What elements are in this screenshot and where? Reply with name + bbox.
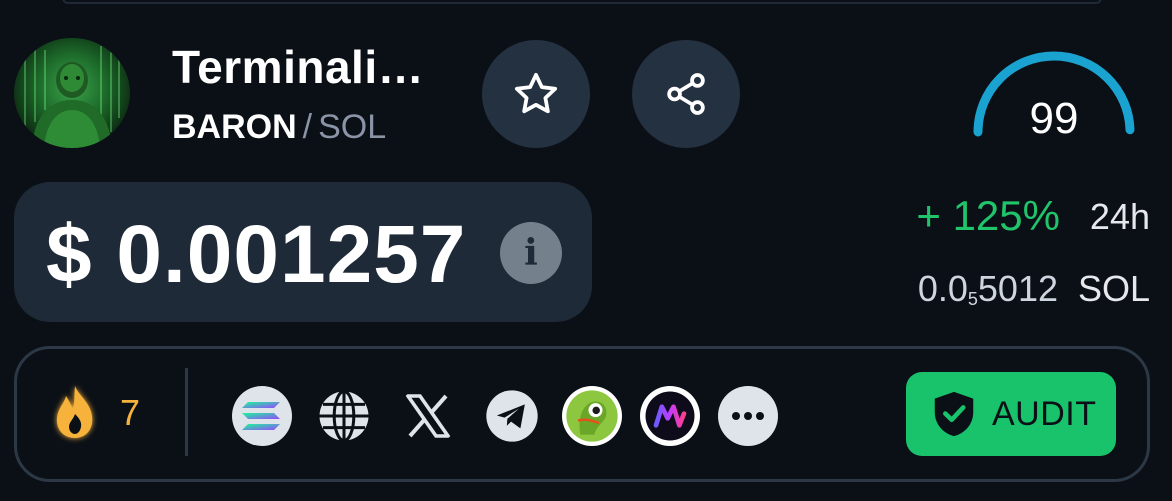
telegram-icon (486, 390, 538, 442)
shield-check-icon (934, 391, 974, 437)
solana-link[interactable] (232, 386, 292, 446)
globe-icon (319, 389, 369, 443)
token-symbol: BARON (172, 108, 297, 146)
change-period: 24h (1089, 196, 1150, 237)
token-avatar (14, 38, 130, 148)
hot-count: 7 (120, 392, 141, 433)
sol-unit: SOL (1077, 268, 1150, 309)
price-change: + 125% (916, 192, 1060, 239)
sol-price-prefix: 0.0 (917, 268, 968, 309)
info-icon[interactable]: i (500, 222, 562, 284)
coingecko-link[interactable] (562, 386, 622, 446)
share-icon (667, 73, 705, 115)
pair-separator: / (302, 108, 313, 146)
score-value: 99 (1029, 94, 1079, 143)
fire-icon (56, 386, 93, 438)
favorite-button[interactable] (482, 40, 590, 148)
website-link[interactable] (314, 386, 374, 446)
top-strip (62, 0, 1102, 4)
share-button[interactable] (632, 40, 740, 148)
x-icon (404, 394, 452, 438)
sol-price: 0.055012 (918, 268, 1058, 310)
coingecko-icon (566, 390, 618, 442)
token-name: Terminali… (172, 41, 425, 93)
sol-price-zero-count: 5 (967, 289, 978, 309)
audit-button[interactable]: AUDIT (906, 372, 1116, 456)
telegram-link[interactable] (482, 386, 542, 446)
quote-symbol: SOL (318, 108, 387, 146)
more-links-button[interactable] (718, 386, 778, 446)
usd-price: $ 0.001257 (46, 209, 467, 300)
more-icon (732, 412, 764, 420)
mobula-link[interactable] (640, 386, 700, 446)
sol-price-digits: 5012 (977, 268, 1058, 309)
star-icon (514, 72, 558, 114)
bar-divider (185, 368, 188, 456)
solana-icon (242, 402, 280, 430)
token-pair: BARON / SOL (172, 108, 386, 147)
score-gauge: 99 (968, 40, 1140, 150)
mobula-icon (645, 391, 695, 441)
x-link[interactable] (398, 386, 458, 446)
audit-label: AUDIT (992, 394, 1097, 433)
